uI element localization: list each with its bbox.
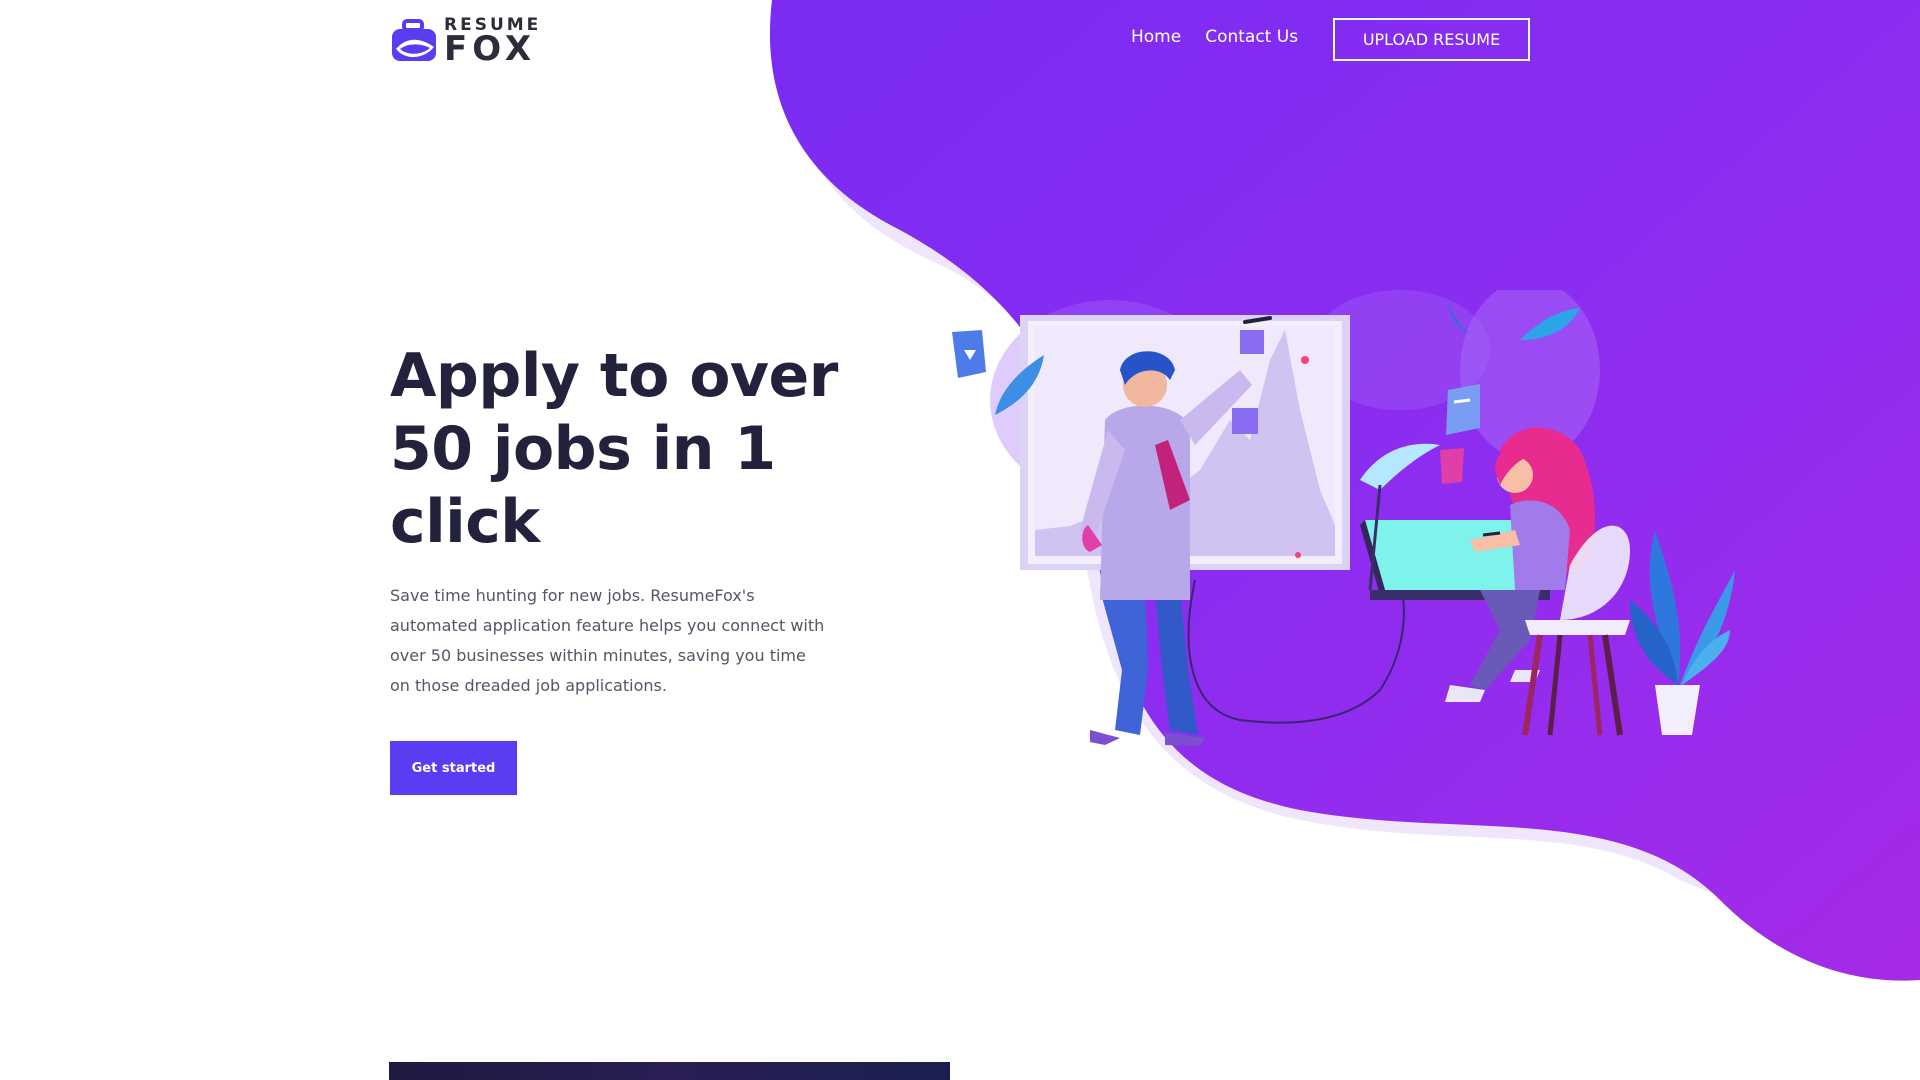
nav-link-contact[interactable]: Contact Us xyxy=(1205,27,1298,47)
brand-logo[interactable]: RESUME FOX xyxy=(390,17,541,66)
hero-description: Save time hunting for new jobs. ResumeFo… xyxy=(390,586,825,695)
get-started-button[interactable]: Get started xyxy=(390,741,517,795)
upload-resume-button[interactable]: UPLOAD RESUME xyxy=(1333,18,1530,61)
next-section-media xyxy=(389,1062,950,1080)
nav-link-home[interactable]: Home xyxy=(1131,27,1181,47)
site-header: RESUME FOX Home Contact Us UPLOAD RESUME xyxy=(0,0,1920,80)
hero-section: Apply to over 50 jobs in 1 click Save ti… xyxy=(390,340,850,795)
landing-page: RESUME FOX Home Contact Us UPLOAD RESUME… xyxy=(0,0,1920,1080)
logo-text-bottom: FOX xyxy=(444,29,537,69)
hero-title: Apply to over 50 jobs in 1 click xyxy=(390,341,838,557)
briefcase-icon xyxy=(390,18,442,65)
logo-wordmark: RESUME FOX xyxy=(444,17,541,69)
hero-illustration xyxy=(952,290,1735,746)
main-nav: Home Contact Us xyxy=(1131,27,1322,47)
